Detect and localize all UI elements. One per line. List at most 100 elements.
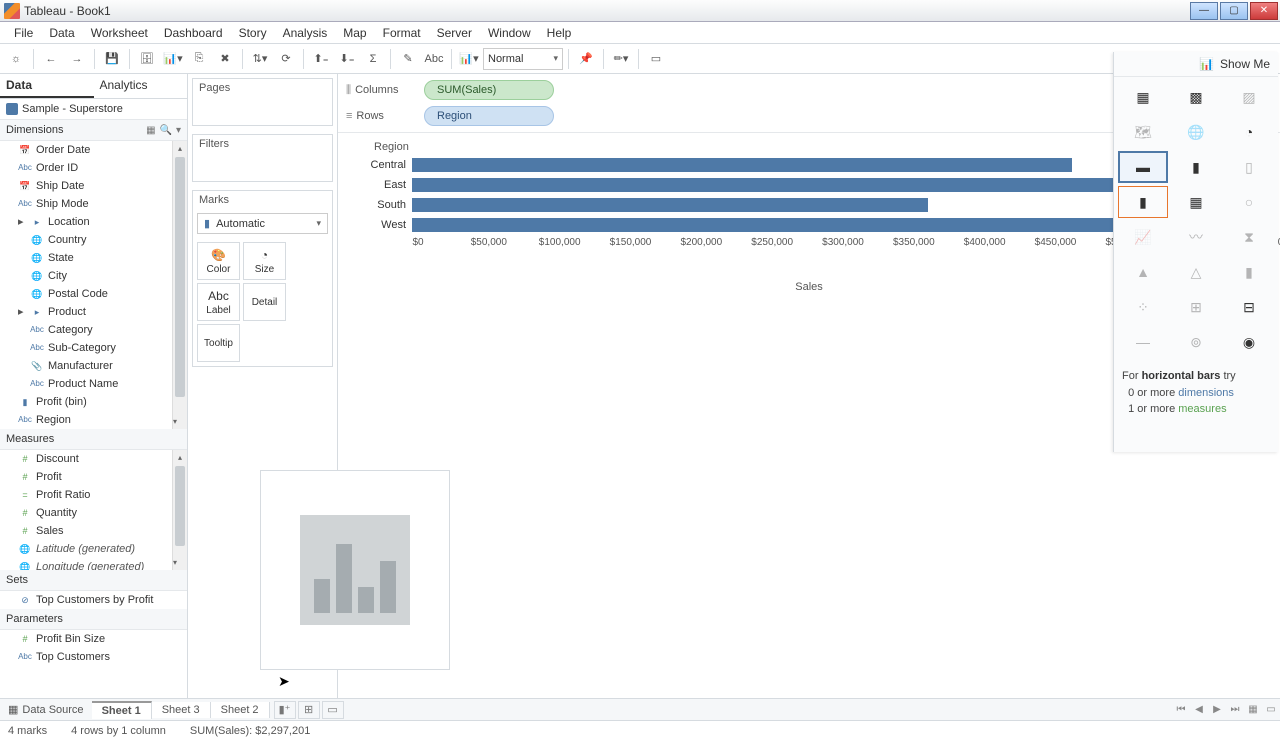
clear-button[interactable]: ✖	[213, 47, 237, 71]
sm-stacked-bar[interactable]: ▮	[1118, 186, 1168, 218]
field-item[interactable]: ▮Profit (bin)	[0, 393, 187, 411]
pin-button[interactable]: 📌	[574, 47, 598, 71]
field-item[interactable]: =Profit Ratio	[0, 486, 187, 504]
sm-area[interactable]: ▲	[1118, 256, 1168, 288]
field-item[interactable]: 🌐Country	[0, 231, 187, 249]
pages-card[interactable]: Pages	[192, 78, 333, 126]
menu-window[interactable]: Window	[480, 24, 539, 42]
search-icon[interactable]: 🔍	[160, 125, 172, 136]
field-item[interactable]: 🌐Latitude (generated)	[0, 540, 187, 558]
columns-pill[interactable]: SUM(Sales)	[424, 80, 554, 100]
rows-pill[interactable]: Region	[424, 106, 554, 126]
sm-packed[interactable]: ⊚	[1171, 326, 1221, 358]
field-item[interactable]: #Sales	[0, 522, 187, 540]
label-button[interactable]: Abc	[422, 47, 446, 71]
field-item[interactable]: AbcTop Customers	[0, 648, 187, 666]
scrollbar[interactable]: ▴▾	[172, 141, 187, 429]
field-item[interactable]: #Discount	[0, 450, 187, 468]
sort-desc-button[interactable]: ⬇₌	[335, 47, 359, 71]
sm-area2[interactable]: △	[1171, 256, 1221, 288]
mark-size-button[interactable]: ◔Size	[243, 242, 286, 280]
menu-story[interactable]: Story	[231, 24, 275, 42]
sm-gantt[interactable]: ⊟	[1224, 291, 1274, 323]
menu-analysis[interactable]: Analysis	[275, 24, 336, 42]
toolbar-logo-icon[interactable]: ☼	[4, 47, 28, 71]
field-item[interactable]: 🌐Longitude (generated)	[0, 558, 187, 570]
sm-treemap[interactable]: ▦	[1171, 186, 1221, 218]
mark-tooltip-button[interactable]: Tooltip	[197, 324, 240, 362]
sm-text-table[interactable]: ▦	[1118, 81, 1168, 113]
fit-button[interactable]: 📊▾	[457, 47, 481, 71]
field-item[interactable]: AbcOrder ID	[0, 159, 187, 177]
sm-vbar[interactable]: ▮	[1171, 151, 1221, 183]
field-item[interactable]: 📎Manufacturer	[0, 357, 187, 375]
highlight-tool-button[interactable]: ✏▾	[609, 47, 633, 71]
bar-mark[interactable]	[412, 158, 1072, 172]
sm-heatmap[interactable]: ▩	[1171, 81, 1221, 113]
field-item[interactable]: 🌐State	[0, 249, 187, 267]
sm-scatter[interactable]: ⁘	[1118, 291, 1168, 323]
data-source-item[interactable]: Sample - Superstore	[0, 99, 187, 120]
bar-mark[interactable]	[412, 198, 928, 212]
window-close-button[interactable]: ✕	[1250, 2, 1278, 20]
sm-side-bar[interactable]: ▯	[1224, 151, 1274, 183]
duplicate-button[interactable]: ⎘	[187, 47, 211, 71]
totals-button[interactable]: Σ	[361, 47, 385, 71]
field-item[interactable]: AbcShip Mode	[0, 195, 187, 213]
mark-detail-button[interactable]: Detail	[243, 283, 286, 321]
field-item[interactable]: AbcProduct Name	[0, 375, 187, 393]
filters-card[interactable]: Filters	[192, 134, 333, 182]
menu-dashboard[interactable]: Dashboard	[156, 24, 231, 42]
new-datasource-button[interactable]: 🗄	[135, 47, 159, 71]
sm-hbar[interactable]: ▬	[1118, 151, 1168, 183]
sm-highlight[interactable]: ▨	[1224, 81, 1274, 113]
menu-data[interactable]: Data	[41, 24, 82, 42]
sort-asc-button[interactable]: ⬆₌	[309, 47, 333, 71]
sm-filled-map[interactable]: 🌐	[1171, 116, 1221, 148]
sm-bullet[interactable]: —	[1118, 326, 1168, 358]
field-item[interactable]: #Quantity	[0, 504, 187, 522]
redo-button[interactable]: →	[65, 47, 89, 71]
field-item[interactable]: #Profit	[0, 468, 187, 486]
sm-box[interactable]: ⊞	[1171, 291, 1221, 323]
field-item[interactable]: #Profit Bin Size	[0, 630, 187, 648]
show-me-title[interactable]: 📊 Show Me	[1114, 52, 1278, 77]
new-dashboard-tab[interactable]: ⊞	[298, 701, 320, 719]
mark-color-button[interactable]: 🎨Color	[197, 242, 240, 280]
save-button[interactable]: 💾	[100, 47, 124, 71]
field-item[interactable]: ▸▸Location	[0, 213, 187, 231]
menu-help[interactable]: Help	[539, 24, 580, 42]
tab-nav[interactable]: ⏮◀▶⏭▦▭	[1172, 704, 1280, 715]
menu-server[interactable]: Server	[429, 24, 480, 42]
field-item[interactable]: ▸▸Product	[0, 303, 187, 321]
field-item[interactable]: AbcCategory	[0, 321, 187, 339]
present-button[interactable]: ▭	[644, 47, 668, 71]
data-source-tab[interactable]: ▦Data Source	[0, 701, 92, 718]
sm-dual[interactable]: ⧗	[1224, 221, 1274, 253]
highlight-button[interactable]: ✎	[396, 47, 420, 71]
menu-icon[interactable]: ▾	[176, 125, 181, 136]
swap-button[interactable]: ⇅▾	[248, 47, 272, 71]
field-item[interactable]: 📅Ship Date	[0, 177, 187, 195]
new-story-tab[interactable]: ▭	[322, 701, 344, 719]
sheet-tab-2[interactable]: Sheet 2	[211, 702, 270, 718]
sm-bubble[interactable]: ◉	[1224, 326, 1274, 358]
sm-circle[interactable]: ○	[1224, 186, 1274, 218]
sm-line2[interactable]: 〰	[1171, 221, 1221, 253]
window-maximize-button[interactable]: ▢	[1220, 2, 1248, 20]
field-item[interactable]: AbcSub-Category	[0, 339, 187, 357]
fit-mode-select[interactable]: Normal	[483, 48, 563, 70]
field-item[interactable]: 🌐Postal Code	[0, 285, 187, 303]
new-worksheet-tab[interactable]: ▮⁺	[274, 701, 296, 719]
refresh-button[interactable]: ⟳	[274, 47, 298, 71]
menu-file[interactable]: File	[6, 24, 41, 42]
field-item[interactable]: 📅Order Date	[0, 141, 187, 159]
field-item[interactable]: ⊘Top Customers by Profit	[0, 591, 187, 609]
sm-symbol-map[interactable]: 🗺	[1118, 116, 1168, 148]
new-worksheet-button[interactable]: 📊▾	[161, 47, 185, 71]
menu-worksheet[interactable]: Worksheet	[83, 24, 156, 42]
mark-label-button[interactable]: AbcLabel	[197, 283, 240, 321]
mark-type-select[interactable]: ▮ Automatic	[197, 213, 328, 234]
sm-line[interactable]: 📈	[1118, 221, 1168, 253]
menu-map[interactable]: Map	[335, 24, 374, 42]
